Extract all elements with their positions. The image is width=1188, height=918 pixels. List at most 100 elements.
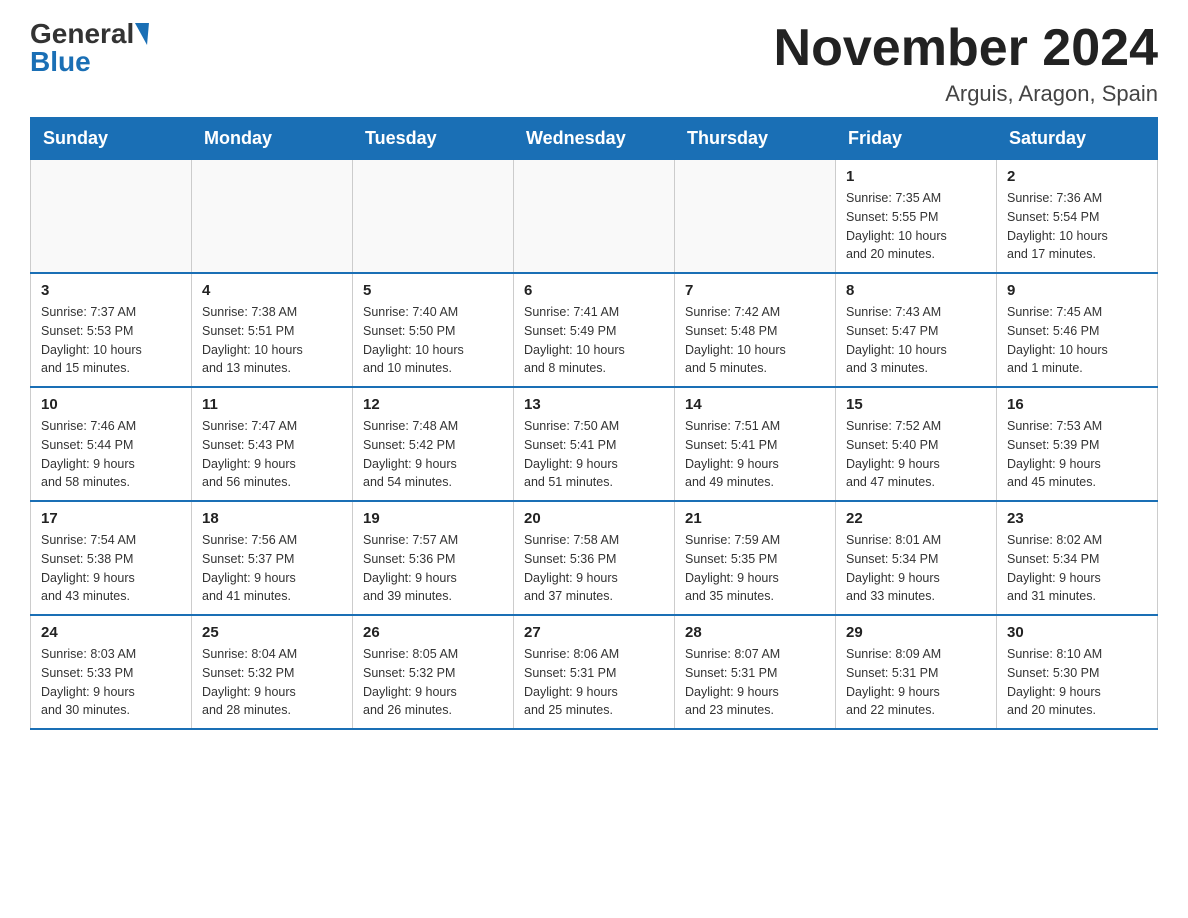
day-number: 9 xyxy=(1007,282,1147,299)
table-row: 28Sunrise: 8:07 AM Sunset: 5:31 PM Dayli… xyxy=(675,615,836,729)
day-number: 7 xyxy=(685,282,825,299)
table-row: 27 Sunrise: 8:06 AM Sunset: 5:31 PM Dayli… xyxy=(514,615,675,729)
day-number: 14 xyxy=(685,396,825,413)
header-sunday: Sunday xyxy=(31,118,192,160)
header-saturday: Saturday xyxy=(997,118,1158,160)
header-wednesday: Wednesday xyxy=(514,118,675,160)
day-info: Sunrise: 7:41 AM Sunset: 5:49 PM Dayligh… xyxy=(524,303,664,378)
day-number: 2 xyxy=(1007,168,1147,185)
day-info: Sunrise: 7:45 AM Sunset: 5:46 PM Dayligh… xyxy=(1007,303,1147,378)
table-row: 9 Sunrise: 7:45 AM Sunset: 5:46 PM Daylig… xyxy=(997,273,1158,387)
day-info: Sunrise: 7:47 AM Sunset: 5:43 PM Dayligh… xyxy=(202,417,342,492)
day-number: 18 xyxy=(202,510,342,527)
day-number: 15 xyxy=(846,396,986,413)
day-number: 8 xyxy=(846,282,986,299)
day-info: Sunrise: 7:50 AM Sunset: 5:41 PM Dayligh… xyxy=(524,417,664,492)
day-info: Sunrise: 7:40 AM Sunset: 5:50 PM Dayligh… xyxy=(363,303,503,378)
day-info: Sunrise: 7:51 AM Sunset: 5:41 PM Dayligh… xyxy=(685,417,825,492)
month-title: November 2024 xyxy=(774,20,1158,77)
day-number: 21 xyxy=(685,510,825,527)
table-row: 21 Sunrise: 7:59 AM Sunset: 5:35 PM Dayli… xyxy=(675,501,836,615)
page-header: General Blue November 2024 Arguis, Arago… xyxy=(30,20,1158,107)
day-number: 17 xyxy=(41,510,181,527)
day-info: Sunrise: 8:06 AM Sunset: 5:31 PM Dayligh… xyxy=(524,645,664,720)
logo: General Blue xyxy=(30,20,150,76)
day-number: 28 xyxy=(685,624,825,641)
day-info: Sunrise: 7:37 AM Sunset: 5:53 PM Dayligh… xyxy=(41,303,181,378)
table-row: 18 Sunrise: 7:56 AM Sunset: 5:37 PM Dayli… xyxy=(192,501,353,615)
table-row xyxy=(192,160,353,274)
day-number: 24 xyxy=(41,624,181,641)
day-number: 22 xyxy=(846,510,986,527)
day-info: Sunrise: 8:05 AM Sunset: 5:32 PM Dayligh… xyxy=(363,645,503,720)
day-number: 27 xyxy=(524,624,664,641)
table-row xyxy=(353,160,514,274)
table-row xyxy=(514,160,675,274)
header-friday: Friday xyxy=(836,118,997,160)
day-number: 30 xyxy=(1007,624,1147,641)
day-number: 25 xyxy=(202,624,342,641)
table-row: 14 Sunrise: 7:51 AM Sunset: 5:41 PM Dayli… xyxy=(675,387,836,501)
table-row: 15 Sunrise: 7:52 AM Sunset: 5:40 PM Dayli… xyxy=(836,387,997,501)
day-info: Sunrise: 8:04 AM Sunset: 5:32 PM Dayligh… xyxy=(202,645,342,720)
table-row: 20Sunrise: 7:58 AM Sunset: 5:36 PM Dayli… xyxy=(514,501,675,615)
day-info: Sunrise: 8:03 AM Sunset: 5:33 PM Dayligh… xyxy=(41,645,181,720)
day-number: 20 xyxy=(524,510,664,527)
day-info: Sunrise: 7:59 AM Sunset: 5:35 PM Dayligh… xyxy=(685,531,825,606)
calendar-week-row: 17 Sunrise: 7:54 AM Sunset: 5:38 PM Dayli… xyxy=(31,501,1158,615)
header-tuesday: Tuesday xyxy=(353,118,514,160)
table-row: 5 Sunrise: 7:40 AM Sunset: 5:50 PM Daylig… xyxy=(353,273,514,387)
day-number: 3 xyxy=(41,282,181,299)
day-number: 11 xyxy=(202,396,342,413)
day-number: 26 xyxy=(363,624,503,641)
day-info: Sunrise: 7:35 AM Sunset: 5:55 PM Dayligh… xyxy=(846,189,986,264)
header-thursday: Thursday xyxy=(675,118,836,160)
table-row: 22 Sunrise: 8:01 AM Sunset: 5:34 PM Dayli… xyxy=(836,501,997,615)
day-number: 16 xyxy=(1007,396,1147,413)
day-number: 19 xyxy=(363,510,503,527)
day-number: 12 xyxy=(363,396,503,413)
table-row: 3 Sunrise: 7:37 AM Sunset: 5:53 PM Daylig… xyxy=(31,273,192,387)
calendar-table: Sunday Monday Tuesday Wednesday Thursday… xyxy=(30,117,1158,730)
calendar-week-row: 24 Sunrise: 8:03 AM Sunset: 5:33 PM Dayli… xyxy=(31,615,1158,729)
calendar-header-row: Sunday Monday Tuesday Wednesday Thursday… xyxy=(31,118,1158,160)
day-info: Sunrise: 7:43 AM Sunset: 5:47 PM Dayligh… xyxy=(846,303,986,378)
table-row: 8 Sunrise: 7:43 AM Sunset: 5:47 PM Daylig… xyxy=(836,273,997,387)
location-title: Arguis, Aragon, Spain xyxy=(774,81,1158,107)
header-monday: Monday xyxy=(192,118,353,160)
table-row: 29 Sunrise: 8:09 AM Sunset: 5:31 PM Dayli… xyxy=(836,615,997,729)
day-info: Sunrise: 7:52 AM Sunset: 5:40 PM Dayligh… xyxy=(846,417,986,492)
calendar-week-row: 3 Sunrise: 7:37 AM Sunset: 5:53 PM Daylig… xyxy=(31,273,1158,387)
day-info: Sunrise: 7:42 AM Sunset: 5:48 PM Dayligh… xyxy=(685,303,825,378)
day-number: 4 xyxy=(202,282,342,299)
calendar-week-row: 10 Sunrise: 7:46 AM Sunset: 5:44 PM Dayli… xyxy=(31,387,1158,501)
day-info: Sunrise: 7:56 AM Sunset: 5:37 PM Dayligh… xyxy=(202,531,342,606)
day-info: Sunrise: 7:54 AM Sunset: 5:38 PM Dayligh… xyxy=(41,531,181,606)
day-info: Sunrise: 8:09 AM Sunset: 5:31 PM Dayligh… xyxy=(846,645,986,720)
table-row: 7 Sunrise: 7:42 AM Sunset: 5:48 PM Daylig… xyxy=(675,273,836,387)
day-info: Sunrise: 7:46 AM Sunset: 5:44 PM Dayligh… xyxy=(41,417,181,492)
table-row: 4 Sunrise: 7:38 AM Sunset: 5:51 PM Daylig… xyxy=(192,273,353,387)
day-info: Sunrise: 8:10 AM Sunset: 5:30 PM Dayligh… xyxy=(1007,645,1147,720)
day-info: Sunrise: 7:48 AM Sunset: 5:42 PM Dayligh… xyxy=(363,417,503,492)
table-row: 17 Sunrise: 7:54 AM Sunset: 5:38 PM Dayli… xyxy=(31,501,192,615)
day-number: 29 xyxy=(846,624,986,641)
table-row: 12 Sunrise: 7:48 AM Sunset: 5:42 PM Dayli… xyxy=(353,387,514,501)
day-info: Sunrise: 7:38 AM Sunset: 5:51 PM Dayligh… xyxy=(202,303,342,378)
title-area: November 2024 Arguis, Aragon, Spain xyxy=(774,20,1158,107)
table-row: 2Sunrise: 7:36 AM Sunset: 5:54 PM Daylig… xyxy=(997,160,1158,274)
table-row: 1 Sunrise: 7:35 AM Sunset: 5:55 PM Daylig… xyxy=(836,160,997,274)
table-row xyxy=(31,160,192,274)
table-row: 23Sunrise: 8:02 AM Sunset: 5:34 PM Dayli… xyxy=(997,501,1158,615)
table-row: 6 Sunrise: 7:41 AM Sunset: 5:49 PM Daylig… xyxy=(514,273,675,387)
day-info: Sunrise: 8:01 AM Sunset: 5:34 PM Dayligh… xyxy=(846,531,986,606)
table-row: 30 Sunrise: 8:10 AM Sunset: 5:30 PM Dayli… xyxy=(997,615,1158,729)
day-number: 6 xyxy=(524,282,664,299)
day-number: 1 xyxy=(846,168,986,185)
day-number: 5 xyxy=(363,282,503,299)
day-info: Sunrise: 7:57 AM Sunset: 5:36 PM Dayligh… xyxy=(363,531,503,606)
day-number: 13 xyxy=(524,396,664,413)
table-row: 16 Sunrise: 7:53 AM Sunset: 5:39 PM Dayli… xyxy=(997,387,1158,501)
day-number: 10 xyxy=(41,396,181,413)
day-info: Sunrise: 7:53 AM Sunset: 5:39 PM Dayligh… xyxy=(1007,417,1147,492)
